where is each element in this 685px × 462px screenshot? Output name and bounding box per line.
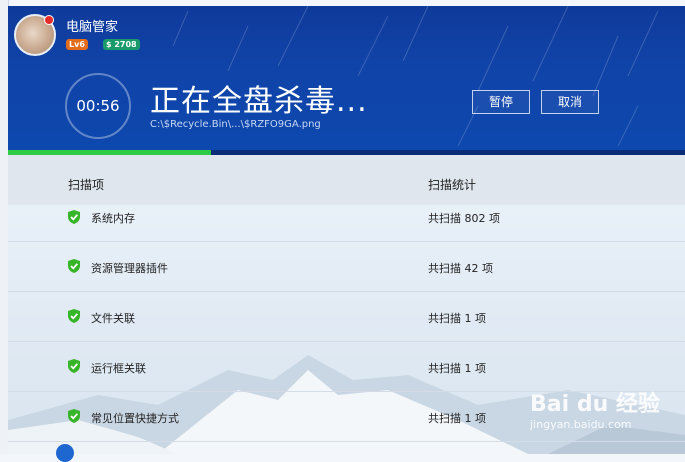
scanning-spinner-icon xyxy=(56,444,74,462)
column-header-stats: 扫描统计 xyxy=(428,178,477,192)
shield-check-icon xyxy=(68,409,80,423)
list-item[interactable]: 资源管理器插件 共扫描 42 项 xyxy=(8,241,685,292)
scan-item-stat: 共扫描 802 项 xyxy=(428,212,500,225)
baidu-jingyan-watermark: Bai du 经验 jingyan.baidu.com xyxy=(530,386,680,436)
scan-timer: 00:56 xyxy=(65,73,131,139)
coin-badge[interactable]: $ 2708 xyxy=(103,39,140,50)
shield-check-icon xyxy=(68,210,80,224)
list-item[interactable]: 文件关联 共扫描 1 项 xyxy=(8,291,685,342)
list-item[interactable]: 运行框关联 共扫描 1 项 xyxy=(8,341,685,392)
scan-title: 正在全盘杀毒... xyxy=(150,84,368,119)
scan-item-stat: 共扫描 1 项 xyxy=(428,412,486,425)
pause-button[interactable]: 暂停 xyxy=(472,90,530,114)
app-name: 电脑管家 xyxy=(66,20,119,35)
scan-item-name: 资源管理器插件 xyxy=(91,262,168,275)
scan-item-name: 常见位置快捷方式 xyxy=(91,412,179,425)
scan-item-stat: 共扫描 42 项 xyxy=(428,262,493,275)
scan-item-stat: 共扫描 1 项 xyxy=(428,362,486,375)
shield-check-icon xyxy=(68,259,80,273)
scan-item-name: 运行框关联 xyxy=(91,362,146,375)
shield-check-icon xyxy=(68,359,80,373)
scan-item-name: 系统内存 xyxy=(91,212,135,225)
scan-item-stat: 共扫描 1 项 xyxy=(428,312,486,325)
shield-check-icon xyxy=(68,309,80,323)
current-scan-path: C:\$Recycle.Bin\...\$RZFO9GA.png xyxy=(150,119,321,130)
cancel-button[interactable]: 取消 xyxy=(541,90,599,114)
watermark-url: jingyan.baidu.com xyxy=(530,418,632,431)
column-header-item: 扫描项 xyxy=(68,178,105,192)
header-panel: 电脑管家 Lv6 $ 2708 00:56 正在全盘杀毒... C:\$Recy… xyxy=(8,6,685,151)
level-badge[interactable]: Lv6 xyxy=(66,39,88,50)
watermark-brand: Bai du 经验 xyxy=(530,392,660,417)
scan-item-name: 文件关联 xyxy=(91,312,135,325)
table-header: 扫描项 扫描统计 xyxy=(8,155,685,206)
list-item[interactable]: 系统内存 共扫描 802 项 xyxy=(8,205,685,242)
notification-dot-icon xyxy=(44,15,54,25)
